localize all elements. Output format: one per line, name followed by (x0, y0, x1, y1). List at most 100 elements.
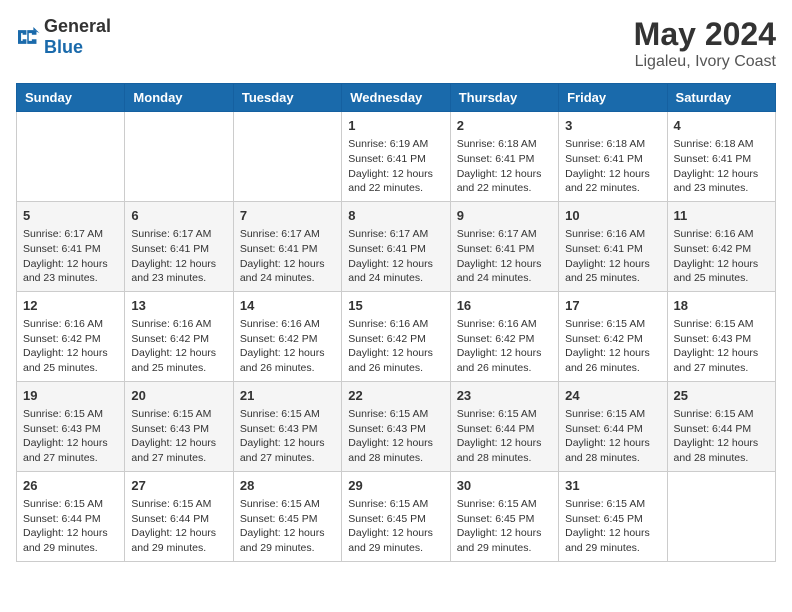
calendar-empty-cell (125, 112, 233, 202)
day-info: Sunrise: 6:18 AMSunset: 6:41 PMDaylight:… (457, 137, 552, 196)
calendar-day-cell: 18Sunrise: 6:15 AMSunset: 6:43 PMDayligh… (667, 291, 775, 381)
calendar-day-cell: 7Sunrise: 6:17 AMSunset: 6:41 PMDaylight… (233, 201, 341, 291)
calendar-day-cell: 10 Sunrise: 6:16 AMSunset: 6:41 PMDayligh… (559, 201, 667, 291)
day-number: 23 (457, 387, 552, 405)
day-info: Sunrise: 6:15 AMSunset: 6:44 PMDaylight:… (23, 497, 118, 556)
calendar-week-row: 26Sunrise: 6:15 AMSunset: 6:44 PMDayligh… (17, 471, 776, 561)
day-number: 2 (457, 117, 552, 135)
day-number: 16 (457, 297, 552, 315)
day-info: Sunrise: 6:17 AMSunset: 6:41 PMDaylight:… (348, 227, 443, 286)
calendar-week-row: 1 Sunrise: 6:19 AMSunset: 6:41 PMDaylight… (17, 112, 776, 202)
calendar-day-cell: 26Sunrise: 6:15 AMSunset: 6:44 PMDayligh… (17, 471, 125, 561)
calendar-week-row: 19 Sunrise: 6:15 AMSunset: 6:43 PMDayligh… (17, 381, 776, 471)
day-info: Sunrise: 6:16 AMSunset: 6:42 PMDaylight:… (240, 317, 335, 376)
day-info: Sunrise: 6:15 AMSunset: 6:45 PMDaylight:… (240, 497, 335, 556)
calendar-day-cell: 27 Sunrise: 6:15 AMSunset: 6:44 PMDayligh… (125, 471, 233, 561)
day-info: Sunrise: 6:17 AMSunset: 6:41 PMDaylight:… (240, 227, 335, 286)
calendar-table: SundayMondayTuesdayWednesdayThursdayFrid… (16, 83, 776, 562)
calendar-empty-cell (17, 112, 125, 202)
day-number: 31 (565, 477, 660, 495)
day-info: Sunrise: 6:16 AMSunset: 6:42 PMDaylight:… (131, 317, 226, 376)
calendar-header-row: SundayMondayTuesdayWednesdayThursdayFrid… (17, 84, 776, 112)
day-header-thursday: Thursday (450, 84, 558, 112)
calendar-day-cell: 3Sunrise: 6:18 AMSunset: 6:41 PMDaylight… (559, 112, 667, 202)
calendar-day-cell: 13 Sunrise: 6:16 AMSunset: 6:42 PMDayligh… (125, 291, 233, 381)
day-info: Sunrise: 6:16 AMSunset: 6:42 PMDaylight:… (674, 227, 769, 286)
day-number: 5 (23, 207, 118, 225)
day-info: Sunrise: 6:18 AMSunset: 6:41 PMDaylight:… (565, 137, 660, 196)
logo-blue: Blue (44, 37, 83, 57)
day-info: Sunrise: 6:15 AMSunset: 6:44 PMDaylight:… (457, 407, 552, 466)
day-info: Sunrise: 6:18 AMSunset: 6:41 PMDaylight:… (674, 137, 769, 196)
day-number: 11 (674, 207, 769, 225)
logo-text-group: General Blue (44, 16, 111, 58)
day-number: 6 (131, 207, 226, 225)
day-number: 20 (131, 387, 226, 405)
day-info: Sunrise: 6:17 AMSunset: 6:41 PMDaylight:… (131, 227, 226, 286)
day-number: 24 (565, 387, 660, 405)
calendar-day-cell: 22Sunrise: 6:15 AMSunset: 6:43 PMDayligh… (342, 381, 450, 471)
day-info: Sunrise: 6:15 AMSunset: 6:44 PMDaylight:… (565, 407, 660, 466)
day-header-sunday: Sunday (17, 84, 125, 112)
calendar-day-cell: 31 Sunrise: 6:15 AMSunset: 6:45 PMDayligh… (559, 471, 667, 561)
calendar-week-row: 5 Sunrise: 6:17 AMSunset: 6:41 PMDaylight… (17, 201, 776, 291)
day-number: 15 (348, 297, 443, 315)
day-info: Sunrise: 6:16 AMSunset: 6:42 PMDaylight:… (348, 317, 443, 376)
calendar-day-cell: 17Sunrise: 6:15 AMSunset: 6:42 PMDayligh… (559, 291, 667, 381)
logo: General Blue (16, 16, 111, 58)
page-header: General Blue May 2024 Ligaleu, Ivory Coa… (16, 16, 776, 71)
logo-general: General (44, 16, 111, 36)
day-info: Sunrise: 6:15 AMSunset: 6:43 PMDaylight:… (23, 407, 118, 466)
day-info: Sunrise: 6:17 AMSunset: 6:41 PMDaylight:… (457, 227, 552, 286)
day-number: 1 (348, 117, 443, 135)
day-number: 9 (457, 207, 552, 225)
day-info: Sunrise: 6:15 AMSunset: 6:44 PMDaylight:… (674, 407, 769, 466)
calendar-day-cell: 1 Sunrise: 6:19 AMSunset: 6:41 PMDaylight… (342, 112, 450, 202)
day-info: Sunrise: 6:15 AMSunset: 6:44 PMDaylight:… (131, 497, 226, 556)
day-number: 12 (23, 297, 118, 315)
day-info: Sunrise: 6:15 AMSunset: 6:45 PMDaylight:… (457, 497, 552, 556)
calendar-day-cell: 28 Sunrise: 6:15 AMSunset: 6:45 PMDayligh… (233, 471, 341, 561)
day-header-wednesday: Wednesday (342, 84, 450, 112)
day-header-tuesday: Tuesday (233, 84, 341, 112)
day-number: 13 (131, 297, 226, 315)
day-info: Sunrise: 6:16 AMSunset: 6:42 PMDaylight:… (457, 317, 552, 376)
day-number: 29 (348, 477, 443, 495)
day-number: 27 (131, 477, 226, 495)
day-number: 8 (348, 207, 443, 225)
day-info: Sunrise: 6:19 AMSunset: 6:41 PMDaylight:… (348, 137, 443, 196)
day-header-saturday: Saturday (667, 84, 775, 112)
day-number: 22 (348, 387, 443, 405)
day-number: 25 (674, 387, 769, 405)
calendar-day-cell: 2 Sunrise: 6:18 AMSunset: 6:41 PMDaylight… (450, 112, 558, 202)
calendar-day-cell: 6 Sunrise: 6:17 AMSunset: 6:41 PMDaylight… (125, 201, 233, 291)
calendar-day-cell: 8 Sunrise: 6:17 AMSunset: 6:41 PMDaylight… (342, 201, 450, 291)
day-info: Sunrise: 6:16 AMSunset: 6:41 PMDaylight:… (565, 227, 660, 286)
day-info: Sunrise: 6:17 AMSunset: 6:41 PMDaylight:… (23, 227, 118, 286)
calendar-day-cell: 5 Sunrise: 6:17 AMSunset: 6:41 PMDaylight… (17, 201, 125, 291)
day-header-friday: Friday (559, 84, 667, 112)
title-block: May 2024 Ligaleu, Ivory Coast (634, 16, 776, 71)
calendar-day-cell: 16 Sunrise: 6:16 AMSunset: 6:42 PMDayligh… (450, 291, 558, 381)
day-number: 28 (240, 477, 335, 495)
day-info: Sunrise: 6:15 AMSunset: 6:43 PMDaylight:… (131, 407, 226, 466)
day-number: 19 (23, 387, 118, 405)
calendar-day-cell: 9 Sunrise: 6:17 AMSunset: 6:41 PMDaylight… (450, 201, 558, 291)
day-number: 18 (674, 297, 769, 315)
calendar-day-cell: 19 Sunrise: 6:15 AMSunset: 6:43 PMDayligh… (17, 381, 125, 471)
day-number: 4 (674, 117, 769, 135)
calendar-day-cell: 21Sunrise: 6:15 AMSunset: 6:43 PMDayligh… (233, 381, 341, 471)
calendar-week-row: 12 Sunrise: 6:16 AMSunset: 6:42 PMDayligh… (17, 291, 776, 381)
calendar-day-cell: 4 Sunrise: 6:18 AMSunset: 6:41 PMDaylight… (667, 112, 775, 202)
day-number: 14 (240, 297, 335, 315)
day-number: 10 (565, 207, 660, 225)
calendar-day-cell: 20 Sunrise: 6:15 AMSunset: 6:43 PMDayligh… (125, 381, 233, 471)
calendar-empty-cell (667, 471, 775, 561)
day-info: Sunrise: 6:15 AMSunset: 6:45 PMDaylight:… (565, 497, 660, 556)
day-number: 30 (457, 477, 552, 495)
calendar-day-cell: 12Sunrise: 6:16 AMSunset: 6:42 PMDayligh… (17, 291, 125, 381)
calendar-day-cell: 30 Sunrise: 6:15 AMSunset: 6:45 PMDayligh… (450, 471, 558, 561)
calendar-day-cell: 24 Sunrise: 6:15 AMSunset: 6:44 PMDayligh… (559, 381, 667, 471)
location-title: Ligaleu, Ivory Coast (634, 53, 776, 71)
day-header-monday: Monday (125, 84, 233, 112)
